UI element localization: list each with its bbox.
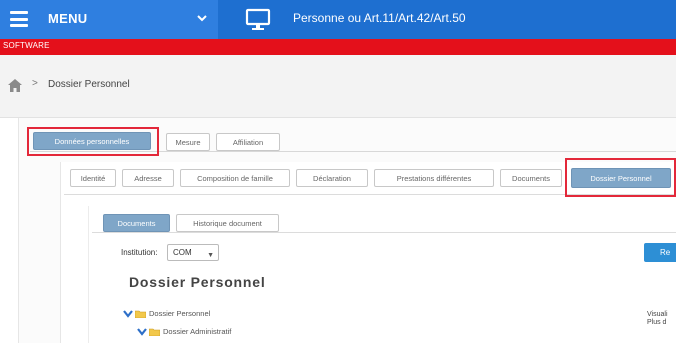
tab-composition-famille[interactable]: Composition de famille	[180, 169, 290, 187]
tab-documents[interactable]: Documents	[500, 169, 562, 187]
tab-inner-documents[interactable]: Documents	[103, 214, 170, 232]
section-title: Dossier Personnel	[129, 274, 266, 290]
breadcrumb-separator: >	[32, 78, 38, 89]
environment-bar	[0, 39, 676, 55]
tab-mesure[interactable]: Mesure	[166, 133, 210, 151]
folder-icon	[135, 310, 146, 318]
side-text-line: Plus d	[647, 319, 667, 326]
inner-tabs-divider	[92, 232, 676, 233]
highlight-box-main-tab	[27, 127, 159, 156]
chevron-down-icon	[197, 15, 207, 22]
tab-adresse[interactable]: Adresse	[122, 169, 174, 187]
side-text-line: Visuali	[647, 311, 668, 318]
chevron-down-icon: ▼	[207, 252, 214, 259]
monitor-icon	[245, 8, 271, 30]
chevron-down-icon[interactable]	[123, 309, 133, 318]
highlight-box-sub-tab	[565, 158, 676, 197]
breadcrumb-current[interactable]: Dossier Personnel	[48, 79, 130, 90]
environment-label: SOFTWARE	[3, 41, 50, 50]
tree-item-label: Dossier Personnel	[149, 309, 211, 318]
institution-label: Institution:	[121, 248, 158, 257]
folder-icon	[149, 328, 160, 336]
home-icon[interactable]	[8, 79, 22, 92]
app-title: Personne ou Art.11/Art.42/Art.50	[293, 11, 466, 25]
institution-select[interactable]: COM ▼	[167, 244, 219, 261]
tab-historique-document[interactable]: Historique document	[176, 214, 279, 232]
menu-button[interactable]: MENU	[0, 0, 218, 39]
tree-item-label: Dossier Administratif	[163, 327, 232, 336]
institution-value: COM	[173, 248, 192, 257]
hamburger-icon	[10, 11, 28, 27]
action-button[interactable]: Re	[644, 243, 676, 262]
tree-item-dossier-administratif[interactable]: Dossier Administratif	[137, 327, 231, 336]
menu-label: MENU	[48, 11, 88, 26]
tab-affiliation[interactable]: Affiliation	[216, 133, 280, 151]
tab-prestations[interactable]: Prestations différentes	[374, 169, 494, 187]
chevron-down-icon[interactable]	[137, 327, 147, 336]
tab-declaration[interactable]: Déclaration	[296, 169, 368, 187]
tree-item-dossier-personnel[interactable]: Dossier Personnel	[123, 309, 210, 318]
tab-identite[interactable]: Identité	[70, 169, 116, 187]
